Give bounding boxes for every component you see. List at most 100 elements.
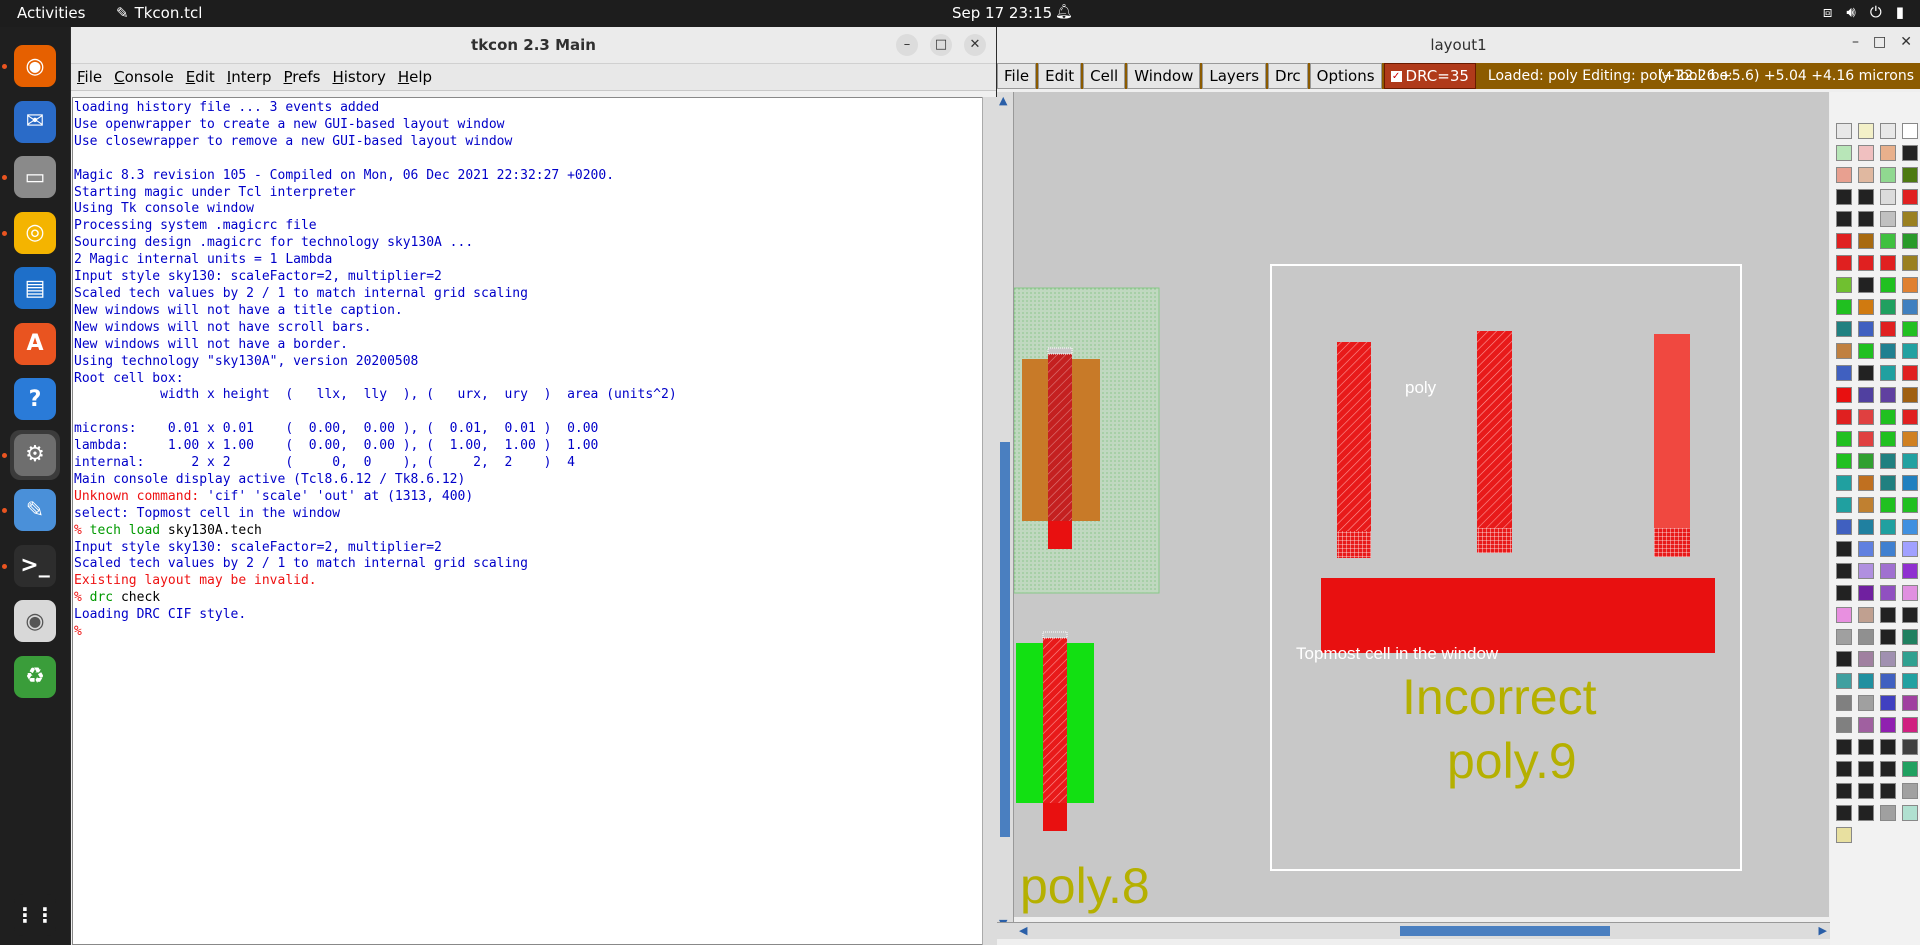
layer-swatch[interactable] <box>1902 167 1918 183</box>
close-icon[interactable]: ✕ <box>1900 34 1912 50</box>
layer-swatch[interactable] <box>1880 453 1896 469</box>
layer-swatch[interactable] <box>1880 607 1896 623</box>
layer-swatch[interactable] <box>1880 805 1896 821</box>
arrow-left-icon[interactable]: ◀ <box>1019 924 1027 937</box>
layer-swatch[interactable] <box>1880 585 1896 601</box>
magic-menu-cell[interactable]: Cell <box>1083 63 1126 89</box>
layer-swatch[interactable] <box>1880 541 1896 557</box>
layer-swatch[interactable] <box>1880 277 1896 293</box>
dock-disc[interactable]: ◉ <box>10 596 60 646</box>
layer-swatch[interactable] <box>1880 739 1896 755</box>
layer-swatch[interactable] <box>1858 607 1874 623</box>
magic-menu-options[interactable]: Options <box>1309 63 1382 89</box>
layer-swatch[interactable] <box>1858 387 1874 403</box>
menu-history[interactable]: History <box>326 68 391 86</box>
layer-swatch[interactable] <box>1880 343 1896 359</box>
layer-swatch[interactable] <box>1836 123 1852 139</box>
layer-swatch[interactable] <box>1880 629 1896 645</box>
vertical-scrollbar[interactable]: ▲ ▼ <box>997 92 1014 932</box>
layer-swatch[interactable] <box>1858 453 1874 469</box>
layer-swatch[interactable] <box>1902 299 1918 315</box>
layer-swatch[interactable] <box>1836 827 1852 843</box>
clock[interactable]: Sep 17 23:15 <box>952 4 1052 22</box>
layer-swatch[interactable] <box>1880 563 1896 579</box>
dock-terminal[interactable]: >_ <box>10 541 60 591</box>
layer-swatch[interactable] <box>1880 145 1896 161</box>
layer-swatch[interactable] <box>1902 233 1918 249</box>
activities-button[interactable]: Activities <box>17 4 85 22</box>
layer-swatch[interactable] <box>1836 365 1852 381</box>
layer-swatch[interactable] <box>1836 629 1852 645</box>
layer-swatch[interactable] <box>1858 145 1874 161</box>
layer-swatch[interactable] <box>1858 233 1874 249</box>
layer-swatch[interactable] <box>1902 123 1918 139</box>
maximize-icon[interactable]: □ <box>1873 34 1886 50</box>
layer-swatch[interactable] <box>1880 519 1896 535</box>
layer-swatch[interactable] <box>1902 695 1918 711</box>
layer-swatch[interactable] <box>1836 563 1852 579</box>
layer-swatch[interactable] <box>1836 167 1852 183</box>
close-icon[interactable]: ✕ <box>964 34 986 56</box>
layer-swatch[interactable] <box>1836 761 1852 777</box>
layer-swatch[interactable] <box>1836 145 1852 161</box>
layer-swatch[interactable] <box>1902 189 1918 205</box>
dock-text-editor[interactable]: ✎ <box>10 485 60 535</box>
layer-swatch[interactable] <box>1858 475 1874 491</box>
layer-swatch[interactable] <box>1858 761 1874 777</box>
dock-settings[interactable]: ⚙ <box>10 429 60 480</box>
scroll-thumb[interactable] <box>1000 442 1010 837</box>
layer-swatch[interactable] <box>1836 321 1852 337</box>
layer-swatch[interactable] <box>1836 585 1852 601</box>
layout-canvas[interactable]: poly Topmost cell in the window Incorrec… <box>1014 92 1829 917</box>
layer-swatch[interactable] <box>1836 739 1852 755</box>
layer-swatch[interactable] <box>1902 431 1918 447</box>
layer-swatch[interactable] <box>1880 431 1896 447</box>
layer-swatch[interactable] <box>1836 805 1852 821</box>
layer-swatch[interactable] <box>1902 497 1918 513</box>
menu-help[interactable]: Help <box>392 68 438 86</box>
menu-prefs[interactable]: Prefs <box>278 68 327 86</box>
menu-interp[interactable]: Interp <box>221 68 278 86</box>
layer-swatch[interactable] <box>1858 739 1874 755</box>
layer-swatch[interactable] <box>1836 299 1852 315</box>
layer-swatch[interactable] <box>1858 673 1874 689</box>
layer-swatch[interactable] <box>1902 783 1918 799</box>
layer-swatch[interactable] <box>1902 365 1918 381</box>
layer-swatch[interactable] <box>1836 497 1852 513</box>
dock-firefox[interactable]: ◉ <box>10 41 60 91</box>
dock-files[interactable]: ▭ <box>10 152 60 202</box>
layer-swatch[interactable] <box>1836 651 1852 667</box>
layer-swatch[interactable] <box>1902 541 1918 557</box>
layer-swatch[interactable] <box>1880 651 1896 667</box>
layer-swatch[interactable] <box>1858 167 1874 183</box>
layer-swatch[interactable] <box>1836 475 1852 491</box>
magic-menu-edit[interactable]: Edit <box>1038 63 1082 89</box>
dock-app-center[interactable]: A <box>10 319 60 369</box>
layer-swatch[interactable] <box>1836 695 1852 711</box>
layer-swatch[interactable] <box>1880 167 1896 183</box>
layer-swatch[interactable] <box>1902 145 1918 161</box>
horizontal-scrollbar[interactable]: ◀ ▶ <box>997 922 1830 939</box>
layer-swatch[interactable] <box>1858 431 1874 447</box>
layer-swatch[interactable] <box>1880 761 1896 777</box>
layer-swatch[interactable] <box>1902 585 1918 601</box>
layer-swatch[interactable] <box>1836 717 1852 733</box>
layer-swatch[interactable] <box>1880 123 1896 139</box>
layer-swatch[interactable] <box>1902 387 1918 403</box>
maximize-icon[interactable]: □ <box>930 34 952 56</box>
layer-swatch[interactable] <box>1902 343 1918 359</box>
layer-swatch[interactable] <box>1858 783 1874 799</box>
layer-swatch[interactable] <box>1836 453 1852 469</box>
layer-swatch[interactable] <box>1836 607 1852 623</box>
layer-swatch[interactable] <box>1858 541 1874 557</box>
layer-swatch[interactable] <box>1880 783 1896 799</box>
layer-swatch[interactable] <box>1836 255 1852 271</box>
magic-menu-layers[interactable]: Layers <box>1202 63 1267 89</box>
layer-swatch[interactable] <box>1836 409 1852 425</box>
system-tray[interactable]: ⧈ 🔊︎ ⏻ ▮ <box>1823 3 1904 21</box>
layer-swatch[interactable] <box>1836 211 1852 227</box>
dock-show-apps[interactable]: ⋮⋮ <box>10 890 60 940</box>
layer-swatch[interactable] <box>1902 805 1918 821</box>
layer-swatch[interactable] <box>1880 409 1896 425</box>
console-output[interactable]: loading history file ... 3 events added U… <box>72 97 983 945</box>
